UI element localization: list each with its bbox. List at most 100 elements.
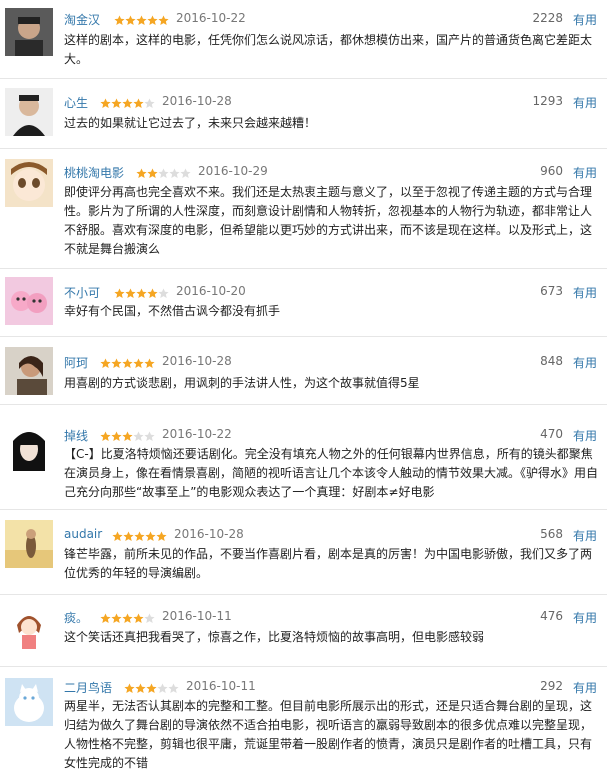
- star-filled-icon: [147, 15, 158, 26]
- star-empty-icon: [158, 288, 169, 299]
- star-empty-icon: [158, 168, 169, 179]
- star-filled-icon: [125, 15, 136, 26]
- avatar[interactable]: [5, 603, 53, 651]
- rating-stars: [136, 164, 191, 179]
- star-empty-icon: [133, 431, 144, 442]
- star-filled-icon: [114, 288, 125, 299]
- review-date: 2016-10-28: [162, 94, 232, 108]
- star-filled-icon: [133, 613, 144, 624]
- useful-button[interactable]: 有用: [573, 427, 597, 444]
- star-empty-icon: [144, 431, 155, 442]
- review-text: 幸好有个民国，不然借古讽今都没有抓手: [64, 304, 281, 318]
- review-item: 心生 2016-10-28 1293 有用 过去的如果就让它过去了，未来只会越来…: [0, 79, 607, 149]
- vote-count: 292: [540, 679, 563, 693]
- useful-button[interactable]: 有用: [573, 284, 597, 301]
- avatar[interactable]: [5, 678, 53, 726]
- star-filled-icon: [135, 683, 146, 694]
- username-link[interactable]: 淘金汉: [64, 11, 100, 28]
- star-filled-icon: [111, 613, 122, 624]
- star-filled-icon: [133, 358, 144, 369]
- star-filled-icon: [111, 98, 122, 109]
- useful-button[interactable]: 有用: [573, 679, 597, 696]
- star-empty-icon: [144, 613, 155, 624]
- vote-count: 476: [540, 609, 563, 623]
- rating-stars: [114, 11, 169, 26]
- star-filled-icon: [133, 98, 144, 109]
- review-text: 这样的剧本，这样的电影，任凭你们怎么说风凉话，都休想模仿出来，国产片的普通货色离…: [64, 33, 593, 66]
- vote-count: 2228: [532, 11, 563, 25]
- star-filled-icon: [156, 531, 167, 542]
- star-empty-icon: [169, 168, 180, 179]
- star-filled-icon: [111, 358, 122, 369]
- review-date: 2016-10-20: [176, 284, 246, 298]
- useful-button[interactable]: 有用: [573, 354, 597, 371]
- star-empty-icon: [180, 168, 191, 179]
- star-filled-icon: [122, 358, 133, 369]
- avatar[interactable]: [5, 159, 53, 207]
- rating-stars: [114, 284, 169, 299]
- rating-stars: [100, 94, 155, 109]
- avatar[interactable]: [5, 88, 53, 136]
- review-item: 淘金汉 2016-10-22 2228 有用 这样的剧本，这样的电影，任凭你们怎…: [0, 6, 607, 79]
- review-item: 桃桃淘电影 2016-10-29 960 有用 即使评分再高也完全喜欢不来。我们…: [0, 149, 607, 269]
- star-filled-icon: [111, 431, 122, 442]
- review-date: 2016-10-29: [198, 164, 268, 178]
- review-text: 即使评分再高也完全喜欢不来。我们还是太热衷主题与意义了，以至于忽视了传递主题的方…: [64, 185, 593, 256]
- username-link[interactable]: 阿珂: [64, 354, 88, 371]
- username-link[interactable]: 二月鸟语: [64, 679, 112, 696]
- username-link[interactable]: audair: [64, 527, 102, 541]
- avatar[interactable]: [5, 347, 53, 395]
- star-filled-icon: [147, 288, 158, 299]
- review-item: audair 2016-10-28 568 有用 锋芒毕露，前所未见的作品，不要…: [0, 510, 607, 595]
- avatar[interactable]: [5, 277, 53, 325]
- star-filled-icon: [158, 15, 169, 26]
- review-item: 阿珂 2016-10-28 848 有用 用喜剧的方式谈悲剧，用讽刺的手法讲人性…: [0, 337, 607, 405]
- review-text: 过去的如果就让它过去了，未来只会越来越糟！: [64, 116, 317, 130]
- avatar[interactable]: [5, 520, 53, 568]
- review-date: 2016-10-22: [176, 11, 246, 25]
- star-filled-icon: [146, 683, 157, 694]
- star-filled-icon: [124, 683, 135, 694]
- star-filled-icon: [125, 288, 136, 299]
- star-filled-icon: [144, 358, 155, 369]
- username-link[interactable]: 掉线: [64, 427, 88, 444]
- useful-button[interactable]: 有用: [573, 11, 597, 28]
- star-filled-icon: [112, 531, 123, 542]
- useful-button[interactable]: 有用: [573, 94, 597, 111]
- review-text: 两星半，无法否认其剧本的完整和工整。但目前电影所展示出的形式，还是只适合舞台剧的…: [64, 699, 593, 770]
- star-filled-icon: [123, 531, 134, 542]
- star-filled-icon: [100, 98, 111, 109]
- star-filled-icon: [145, 531, 156, 542]
- vote-count: 848: [540, 354, 563, 368]
- useful-button[interactable]: 有用: [573, 164, 597, 181]
- username-link[interactable]: 痰。: [64, 609, 88, 626]
- useful-button[interactable]: 有用: [573, 527, 597, 544]
- username-link[interactable]: 不小可: [64, 284, 100, 301]
- vote-count: 673: [540, 284, 563, 298]
- review-date: 2016-10-22: [162, 427, 232, 441]
- star-filled-icon: [100, 431, 111, 442]
- rating-stars: [100, 354, 155, 369]
- rating-stars: [112, 527, 167, 542]
- review-text: 锋芒毕露，前所未见的作品，不要当作喜剧片看，剧本是真的厉害！为中国电影骄傲，我们…: [64, 547, 593, 580]
- vote-count: 960: [540, 164, 563, 178]
- avatar[interactable]: [5, 8, 53, 56]
- username-link[interactable]: 桃桃淘电影: [64, 164, 124, 181]
- star-filled-icon: [114, 15, 125, 26]
- star-filled-icon: [122, 98, 133, 109]
- review-item: 不小可 2016-10-20 673 有用 幸好有个民国，不然借古讽今都没有抓手: [0, 269, 607, 337]
- rating-stars: [100, 427, 155, 442]
- useful-button[interactable]: 有用: [573, 609, 597, 626]
- star-filled-icon: [122, 613, 133, 624]
- review-item: 痰。 2016-10-11 476 有用 这个笑话还真把我看哭了，惊喜之作，比夏…: [0, 595, 607, 667]
- vote-count: 1293: [532, 94, 563, 108]
- review-date: 2016-10-28: [174, 527, 244, 541]
- review-date: 2016-10-11: [162, 609, 232, 623]
- star-filled-icon: [136, 15, 147, 26]
- avatar[interactable]: [5, 423, 53, 471]
- rating-stars: [124, 679, 179, 694]
- rating-stars: [100, 609, 155, 624]
- star-filled-icon: [147, 168, 158, 179]
- review-date: 2016-10-28: [162, 354, 232, 368]
- username-link[interactable]: 心生: [64, 94, 88, 111]
